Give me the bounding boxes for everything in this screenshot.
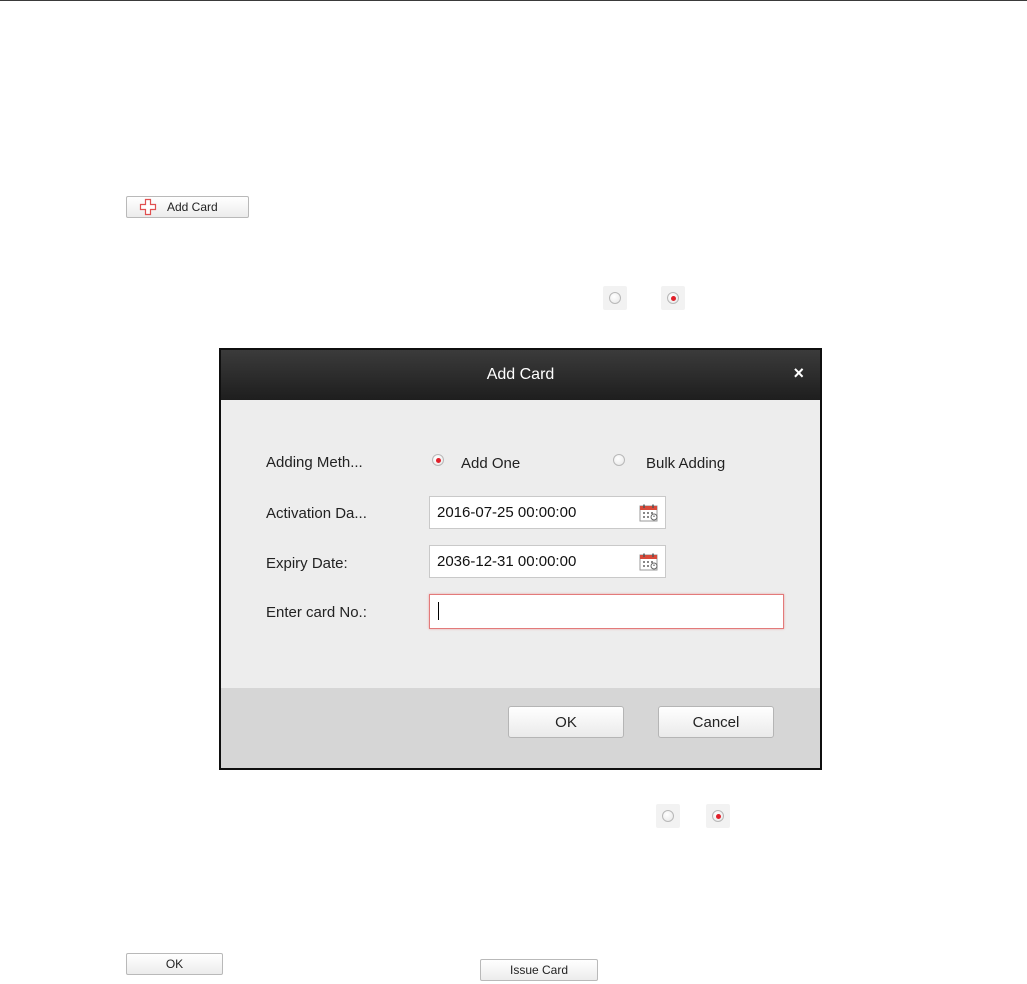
add-card-button[interactable]: Add Card (126, 196, 249, 218)
close-icon[interactable]: × (793, 363, 804, 383)
dialog-title-bar: Add Card × (221, 350, 820, 400)
page-top-rule (0, 0, 1027, 1)
calendar-icon[interactable] (639, 553, 659, 571)
radio-checked-example (661, 286, 685, 310)
bulk-adding-label[interactable]: Bulk Adding (646, 455, 725, 472)
cancel-button[interactable]: Cancel (658, 706, 774, 738)
calendar-icon[interactable] (639, 504, 659, 522)
radio-unchecked-icon (659, 807, 677, 825)
ok-button-doc[interactable]: OK (126, 953, 223, 975)
expiry-date-field[interactable]: 2036-12-31 00:00:00 (429, 545, 666, 578)
radio-checked-icon (664, 289, 682, 307)
text-caret (438, 602, 439, 620)
plus-icon (139, 198, 157, 216)
expiry-date-label: Expiry Date: (266, 555, 348, 572)
expiry-date-value: 2036-12-31 00:00:00 (437, 553, 577, 570)
activation-date-value: 2016-07-25 00:00:00 (437, 504, 577, 521)
dialog-title: Add Card (486, 366, 555, 383)
activation-date-field[interactable]: 2016-07-25 00:00:00 (429, 496, 666, 529)
bulk-adding-radio[interactable] (610, 451, 628, 469)
add-card-button-label: Add Card (167, 200, 218, 214)
radio-unchecked-example (603, 286, 627, 310)
radio-unchecked-icon (606, 289, 624, 307)
radio-checked-example (706, 804, 730, 828)
card-no-input[interactable] (429, 594, 784, 629)
add-one-label[interactable]: Add One (461, 455, 520, 472)
radio-checked-icon (709, 807, 727, 825)
adding-method-label: Adding Meth... (266, 454, 363, 471)
ok-button[interactable]: OK (508, 706, 624, 738)
add-one-radio[interactable] (429, 451, 447, 469)
radio-unchecked-example (656, 804, 680, 828)
issue-card-button[interactable]: Issue Card (480, 959, 598, 981)
card-no-label: Enter card No.: (266, 604, 367, 621)
activation-date-label: Activation Da... (266, 505, 367, 522)
add-card-dialog: Add Card × Adding Meth... Add One Bulk A… (219, 348, 822, 770)
